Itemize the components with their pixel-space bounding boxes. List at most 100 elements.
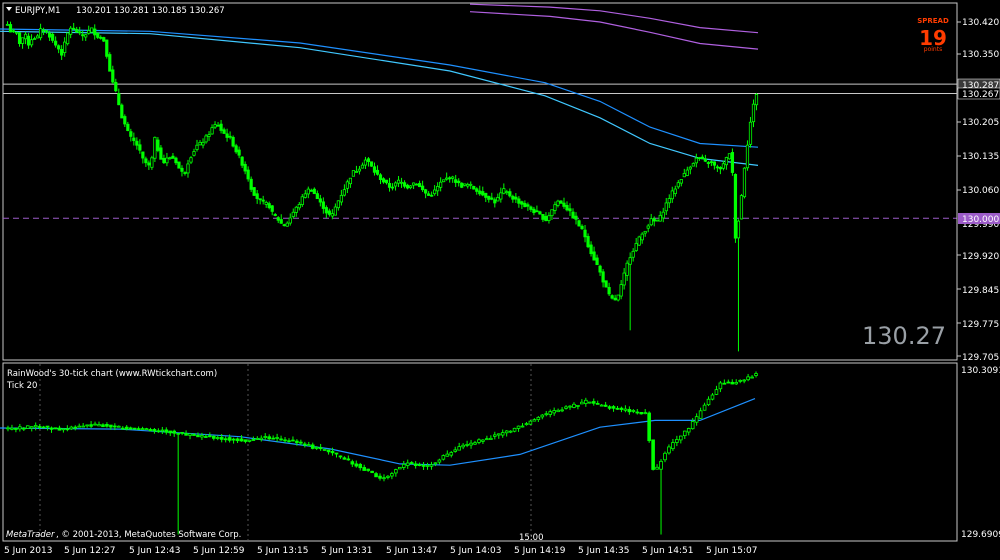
candle	[381, 178, 386, 183]
candle	[526, 204, 530, 207]
candle	[610, 295, 614, 299]
candle	[117, 93, 121, 106]
candle	[511, 195, 515, 200]
candle	[321, 201, 325, 209]
candle	[733, 173, 738, 239]
tick-bar	[168, 430, 173, 434]
candle	[342, 189, 347, 196]
price-label-130060: 130.060	[962, 186, 999, 196]
tick-bar	[568, 405, 572, 408]
candle	[327, 210, 331, 215]
candle	[357, 168, 362, 172]
candle	[523, 202, 527, 208]
tick-bar	[89, 424, 93, 427]
candle	[721, 163, 726, 169]
candle	[460, 182, 464, 188]
candle	[165, 157, 169, 164]
tick-bar	[489, 437, 493, 440]
candle	[26, 35, 31, 46]
tick-bar	[382, 477, 386, 480]
tick-bar	[101, 424, 105, 428]
tick-bar	[552, 410, 556, 414]
candle	[198, 141, 202, 146]
tick-bar	[45, 425, 50, 428]
tick-bar	[287, 440, 291, 443]
candle	[54, 40, 58, 46]
tick-bar	[453, 449, 458, 452]
candle	[360, 164, 365, 169]
tick-bar	[200, 435, 204, 438]
tick-bar	[263, 436, 268, 438]
tick-bar	[132, 427, 137, 430]
candle	[736, 220, 741, 239]
tick-bar	[259, 437, 264, 440]
tick-bar	[117, 425, 121, 428]
candle	[682, 172, 686, 178]
candle	[141, 151, 145, 159]
tick-bar	[722, 382, 727, 385]
candle	[234, 145, 238, 153]
tick-bar	[148, 429, 153, 432]
candle	[553, 204, 557, 211]
candle	[330, 213, 334, 217]
tick-bar	[318, 447, 323, 450]
tick-bar	[306, 444, 311, 447]
tick-bar	[746, 376, 750, 381]
tick-bar	[726, 381, 731, 384]
tick-bar	[33, 425, 38, 428]
tick-bar	[591, 401, 596, 404]
tick-bar	[283, 439, 287, 442]
tick-bar	[231, 438, 236, 441]
candle	[81, 34, 85, 37]
tick-bar	[544, 413, 549, 416]
candle	[619, 284, 623, 297]
tick-bar	[215, 437, 220, 439]
candle	[372, 166, 377, 173]
tick-bar	[334, 452, 339, 455]
tick-bar	[223, 438, 228, 441]
tick-bar	[524, 423, 529, 426]
candle	[538, 211, 542, 215]
candle	[237, 149, 241, 156]
tick-bar	[738, 379, 742, 382]
tick-bar	[156, 430, 161, 433]
time-label: 5 Jun 13:47	[386, 546, 437, 556]
candle	[270, 205, 274, 212]
candle	[315, 193, 319, 200]
tick-bar	[500, 432, 505, 436]
candle	[114, 81, 118, 92]
candle	[306, 188, 310, 195]
candle	[348, 177, 353, 185]
candle	[402, 182, 407, 187]
candle	[318, 198, 322, 203]
tick-bar	[469, 442, 473, 446]
tick-bar	[41, 426, 46, 429]
candle	[38, 28, 43, 39]
candle	[484, 192, 488, 198]
candle	[655, 219, 659, 222]
candle	[51, 33, 55, 41]
tick-bar	[354, 463, 359, 467]
candle	[72, 27, 76, 30]
time-label: 5 Jun 14:35	[578, 546, 629, 556]
time-label: 5 Jun 2013	[4, 546, 52, 556]
tick-bar	[718, 382, 723, 390]
candle	[739, 195, 744, 220]
candle	[487, 195, 491, 200]
candle	[547, 215, 551, 221]
tick-bar	[295, 440, 299, 444]
candle	[11, 30, 16, 33]
candle	[300, 196, 304, 206]
candle	[66, 32, 70, 45]
tick-bar	[417, 464, 422, 466]
candle	[264, 201, 268, 205]
candle	[604, 280, 608, 288]
candle	[565, 205, 569, 211]
candle	[32, 38, 37, 40]
tick-bar	[164, 429, 169, 433]
candle	[396, 179, 401, 184]
tick-bar	[742, 379, 746, 382]
time-label: 5 Jun 12:27	[64, 546, 115, 556]
sub-subtitle: Tick 20	[6, 381, 37, 391]
candle	[162, 157, 166, 164]
